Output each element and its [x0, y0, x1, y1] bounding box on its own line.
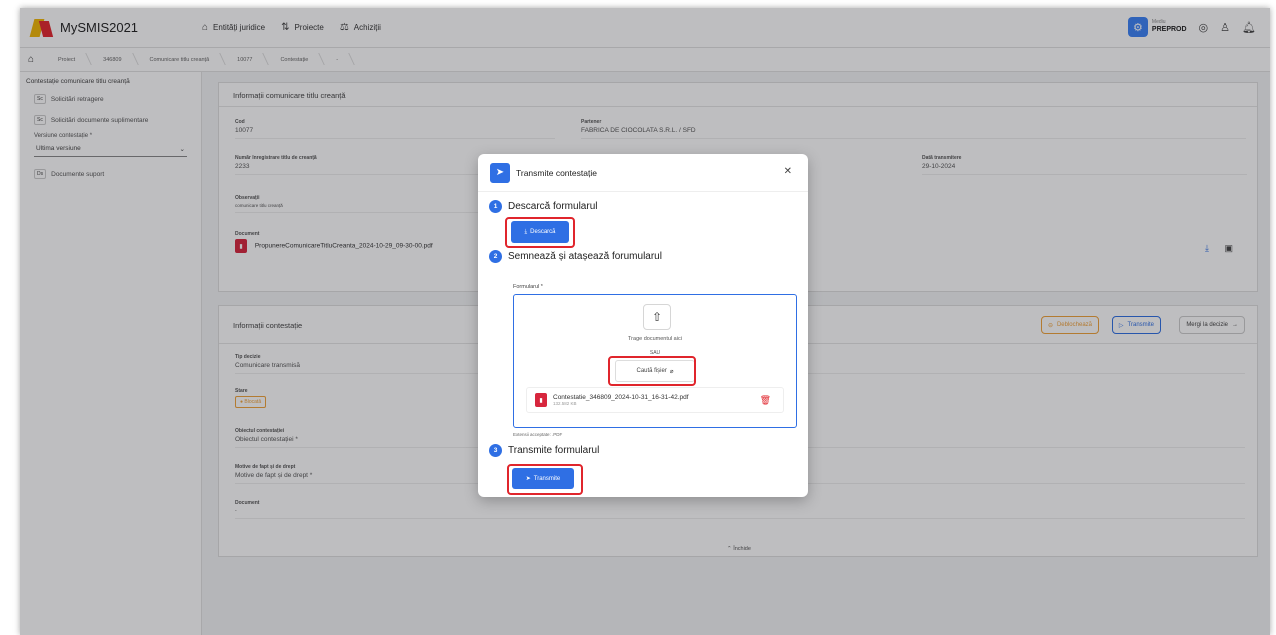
- trash-icon[interactable]: 🗑︎: [760, 395, 771, 406]
- transmite-contestatie-dialog: ➤ Transmite contestație ✕ 1 Descarcă for…: [478, 154, 808, 497]
- download-icon: ⤓: [524, 228, 528, 235]
- step-number: 2: [489, 250, 502, 263]
- step-1: 1 Descarcă formularul: [489, 200, 597, 213]
- step-number: 3: [489, 444, 502, 457]
- dialog-title: Transmite contestație: [516, 167, 597, 178]
- app-window: MySMIS2021 ⌂ Entități juridice ⇅ Proiect…: [20, 8, 1270, 635]
- pdf-file-icon: ▮: [535, 393, 547, 407]
- accepted-extensions: Extensii acceptate: .PDF: [513, 432, 563, 437]
- uploaded-file-item: ▮ Contestatie_346809_2024-10-31_16-31-42…: [526, 387, 784, 413]
- transmite-submit-button[interactable]: ➤ Transmite: [512, 468, 574, 489]
- highlight-browse: [608, 356, 696, 386]
- uploaded-file-name: Contestatie_346809_2024-10-31_16-31-42.p…: [553, 394, 689, 401]
- send-icon: ➤: [525, 476, 531, 482]
- step-3: 3 Transmite formularul: [489, 444, 599, 457]
- step-title: Transmite formularul: [508, 445, 600, 456]
- step-number: 1: [489, 200, 502, 213]
- file-dropzone[interactable]: ⇧ Trage documentul aici SAU Caută fișier…: [513, 294, 797, 428]
- formular-label: Formularul *: [513, 284, 543, 290]
- send-icon: ➤: [490, 162, 510, 183]
- uploaded-file-size: 132.582 KB: [553, 401, 577, 406]
- step-title: Descarcă formularul: [508, 201, 598, 212]
- drag-text: Trage documentul aici: [628, 336, 682, 342]
- step-title: Semnează și atașează forumularul: [508, 251, 662, 262]
- dialog-header: ➤ Transmite contestație: [478, 154, 808, 192]
- step-2: 2 Semnează și atașează forumularul: [489, 250, 662, 263]
- close-icon[interactable]: ✕: [784, 166, 792, 177]
- descarca-button[interactable]: ⤓ Descarcă: [511, 221, 569, 243]
- upload-icon: ⇧: [643, 304, 671, 330]
